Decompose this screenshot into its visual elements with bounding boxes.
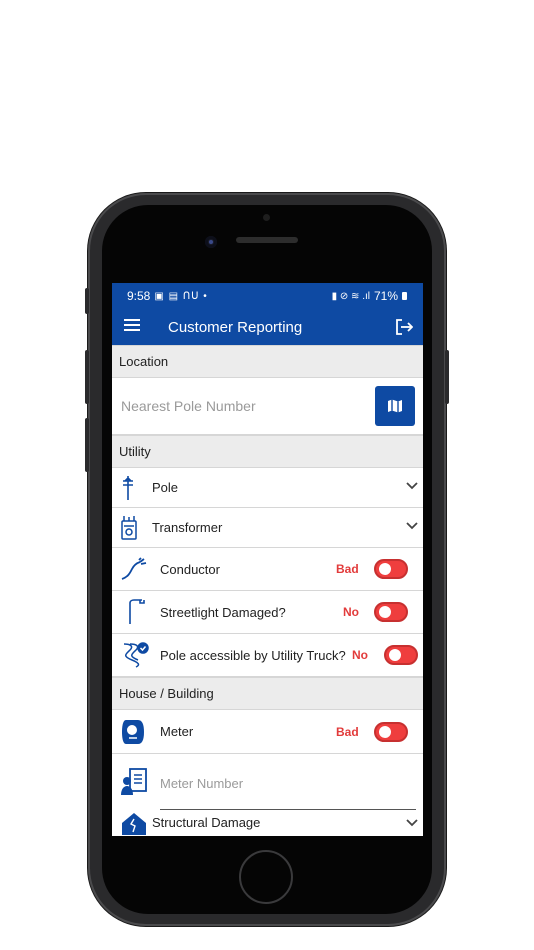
- meter-toggle[interactable]: [374, 721, 408, 742]
- volume-up-button: [85, 350, 89, 404]
- front-camera: [205, 236, 217, 248]
- transformer-icon: [121, 515, 137, 540]
- map-icon: [388, 399, 402, 413]
- volume-down-button: [85, 418, 89, 472]
- pole-label: Pole: [152, 480, 179, 495]
- front-sensor: [263, 214, 270, 221]
- battery-percent: 71%: [373, 289, 398, 303]
- map-button[interactable]: [375, 386, 415, 426]
- conductor-icon: [121, 557, 147, 580]
- meter-number-field[interactable]: Meter Number: [112, 754, 423, 810]
- streetlight-toggle[interactable]: [374, 602, 408, 622]
- chevron-down-icon: [406, 819, 418, 827]
- structural-damage-dropdown[interactable]: Structural Damage: [112, 810, 423, 836]
- streetlight-status: No: [343, 605, 359, 619]
- battery-icon: [402, 292, 407, 300]
- conductor-row: Conductor Bad: [112, 548, 423, 591]
- pole-icon: [123, 475, 133, 500]
- accessible-row: Pole accessible by Utility Truck? No: [112, 634, 423, 677]
- streetlight-icon: [129, 599, 145, 624]
- streetlight-label: Streetlight Damaged?: [160, 604, 286, 620]
- chevron-down-icon: [406, 482, 418, 490]
- house-damage-icon: [122, 813, 146, 835]
- truck-road-icon: [123, 642, 149, 668]
- structural-damage-label: Structural Damage: [152, 815, 261, 830]
- power-button: [445, 350, 449, 404]
- menu-icon[interactable]: [124, 318, 140, 336]
- transformer-label: Transformer: [152, 520, 223, 535]
- meter-label: Meter: [160, 724, 194, 739]
- section-house: House / Building: [112, 677, 423, 710]
- conductor-status: Bad: [336, 562, 359, 576]
- page-title: Customer Reporting: [168, 318, 303, 336]
- section-utility: Utility: [112, 435, 423, 468]
- app-screen: 9:58 ▣ ▤ ᑎᑌ • ▮ ⊘ ≋ .ıl 71% Customer Rep…: [112, 283, 423, 836]
- streetlight-row: Streetlight Damaged? No: [112, 591, 423, 634]
- section-location: Location: [112, 345, 423, 378]
- conductor-toggle[interactable]: [374, 559, 408, 579]
- status-time: 9:58: [127, 289, 151, 303]
- pole-dropdown[interactable]: Pole: [112, 468, 423, 508]
- meter-number-placeholder: Meter Number: [160, 776, 244, 791]
- meter-icon: [122, 719, 144, 744]
- transformer-dropdown[interactable]: Transformer: [112, 508, 423, 548]
- pole-number-field[interactable]: Nearest Pole Number: [112, 378, 423, 435]
- logout-icon[interactable]: [395, 318, 414, 341]
- meter-row: Meter Bad: [112, 710, 423, 754]
- home-button[interactable]: [239, 850, 293, 904]
- accessible-label: Pole accessible by Utility Truck?: [160, 647, 346, 663]
- meter-number-icon: [121, 768, 147, 795]
- chevron-down-icon: [406, 522, 418, 530]
- pole-number-placeholder: Nearest Pole Number: [121, 398, 256, 414]
- earpiece-speaker: [236, 237, 298, 243]
- notification-icons: ▣ ▤ ᑎᑌ •: [154, 290, 208, 302]
- conductor-label: Conductor: [160, 561, 220, 577]
- accessible-status: No: [352, 648, 368, 662]
- accessible-toggle[interactable]: [384, 645, 418, 665]
- app-bar: Customer Reporting: [112, 309, 423, 345]
- system-icons: ▮ ⊘ ≋ .ıl: [331, 290, 370, 302]
- meter-status: Bad: [336, 724, 359, 739]
- mute-switch: [85, 288, 89, 314]
- status-bar: 9:58 ▣ ▤ ᑎᑌ • ▮ ⊘ ≋ .ıl 71%: [112, 283, 423, 309]
